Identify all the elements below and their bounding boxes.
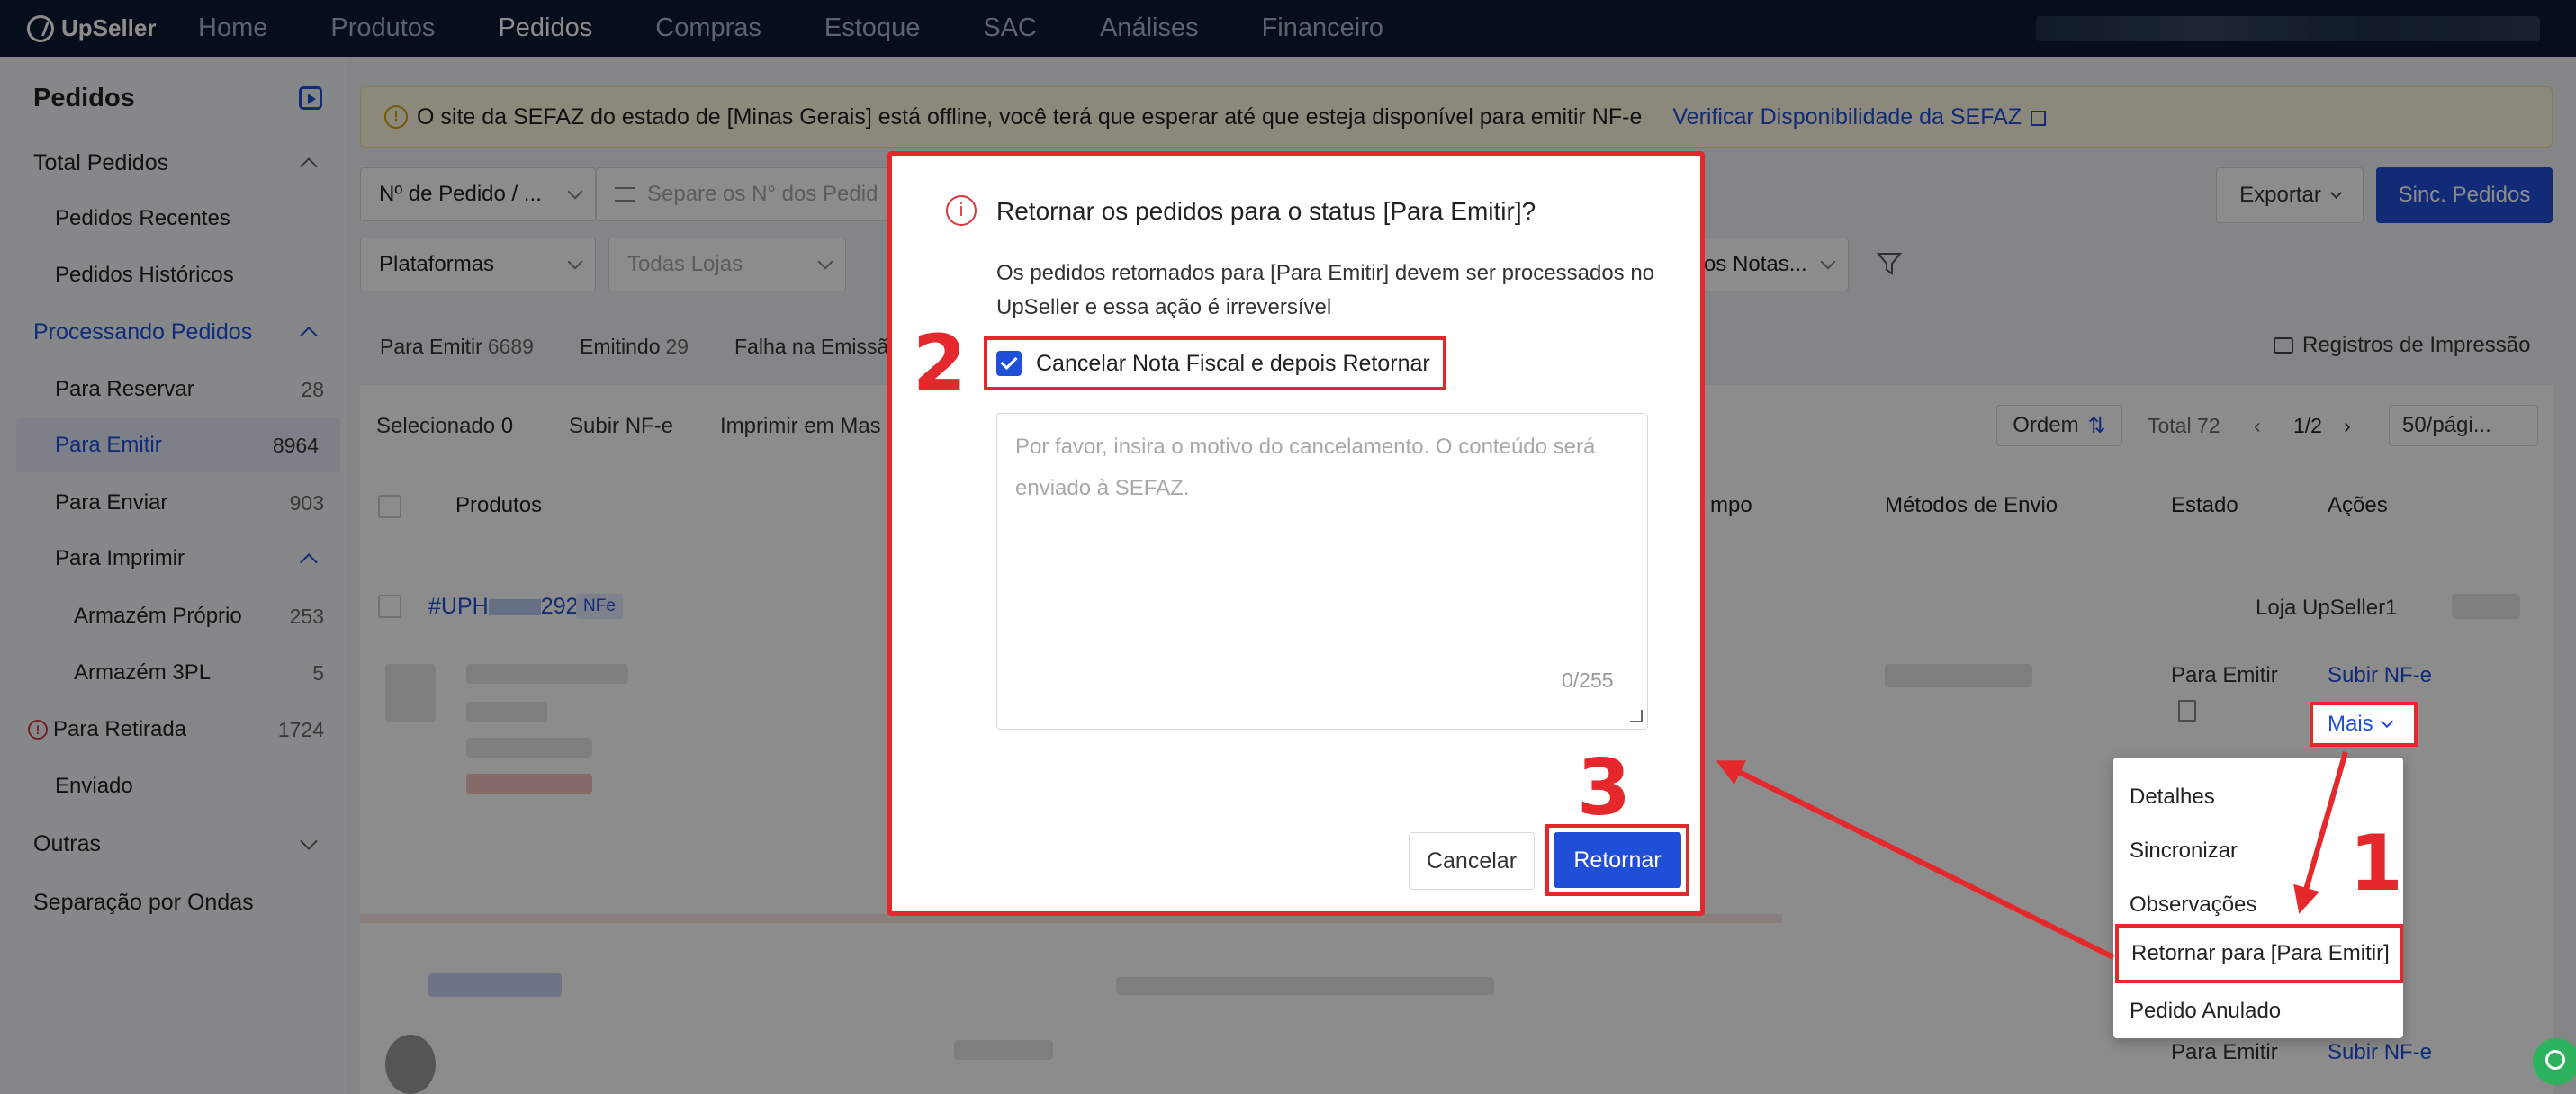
info-icon: i	[946, 195, 977, 226]
cancel-button[interactable]: Cancelar	[1409, 832, 1535, 890]
menu-item-observacoes[interactable]: Observações	[2130, 892, 2256, 918]
modal-title: Retornar os pedidos para o status [Para …	[996, 197, 1536, 225]
cancel-invoice-label: Cancelar Nota Fiscal e depois Retornar	[1036, 350, 1430, 376]
menu-item-pedido-anulado[interactable]: Pedido Anulado	[2130, 999, 2281, 1024]
confirm-return-button[interactable]: Retornar	[1554, 832, 1681, 888]
cancel-invoice-checkbox-row[interactable]: Cancelar Nota Fiscal e depois Retornar	[984, 336, 1446, 390]
step-1-annotation: 1	[2349, 819, 2403, 909]
menu-item-retornar-para-emitir[interactable]: Retornar para [Para Emitir]	[2115, 924, 2403, 983]
char-counter: 0/255	[1562, 668, 1614, 692]
step-3-annotation: 3	[1577, 743, 1631, 833]
chevron-down-icon	[2380, 714, 2393, 729]
menu-item-sincronizar[interactable]: Sincronizar	[2130, 838, 2238, 864]
confirm-return-button-highlight: Retornar	[1545, 824, 1689, 896]
resize-handle-icon[interactable]	[1630, 710, 1643, 722]
step-2-annotation: 2	[913, 318, 967, 408]
cancel-reason-textarea[interactable]	[996, 413, 1648, 730]
menu-item-detalhes[interactable]: Detalhes	[2130, 785, 2215, 810]
checkbox-checked-icon[interactable]	[996, 351, 1022, 376]
modal-description: Os pedidos retornados para [Para Emitir]…	[996, 261, 1655, 319]
help-search-icon[interactable]	[2533, 1038, 2576, 1085]
more-actions-button[interactable]: Mais	[2310, 702, 2418, 747]
